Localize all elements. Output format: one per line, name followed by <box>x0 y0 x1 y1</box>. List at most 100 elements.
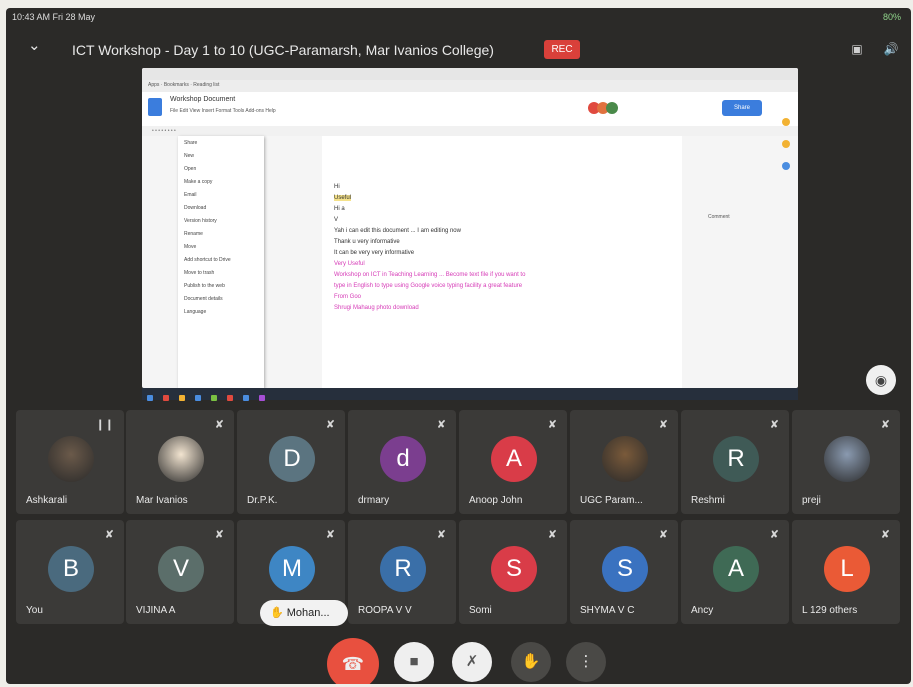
collaborator-avatars <box>588 101 628 115</box>
participant-name: Anoop John <box>469 495 523 506</box>
participant-name: UGC Param... <box>580 495 643 506</box>
participant-photo <box>824 436 870 482</box>
participant-name: Ashkarali <box>26 495 68 506</box>
mic-toggle-button[interactable]: ✗ <box>452 642 492 682</box>
doc-line: Very Useful <box>334 261 365 267</box>
participant-name: L 129 others <box>802 605 858 616</box>
participant-tile[interactable]: R ✘ Reshmi <box>681 410 789 514</box>
muted-mic-icon: ✘ <box>769 529 779 541</box>
muted-mic-icon: ✘ <box>436 419 446 431</box>
participant-name: Somi <box>469 605 492 616</box>
status-time: 10:43 AM Fri 28 May <box>12 12 96 22</box>
keep-icon <box>782 118 790 126</box>
muted-mic-icon: ✘ <box>547 419 557 431</box>
doc-line: V <box>334 217 339 223</box>
participant-tile[interactable]: ✘ UGC Param... <box>570 410 678 514</box>
bookmarks-bar: Apps · Bookmarks · Reading list <box>142 80 798 92</box>
muted-mic-icon: ✘ <box>769 419 779 431</box>
doc-menu-bar: File Edit View Insert Format Tools Add-o… <box>170 108 276 114</box>
participant-avatar: S <box>491 546 537 592</box>
speaking-indicator-icon: ❙❙ <box>95 419 114 431</box>
file-menu-item: Document details <box>184 296 223 302</box>
browser-tabstrip <box>142 68 798 80</box>
file-menu-item: Rename <box>184 231 203 237</box>
participant-tile[interactable]: ✘ preji <box>792 410 900 514</box>
file-menu-item: Share <box>184 140 198 146</box>
participant-name: You <box>26 605 43 616</box>
windows-taskbar <box>142 388 798 401</box>
participant-tile[interactable]: S ✘ Somi <box>459 520 567 624</box>
doc-header: Workshop Document File Edit View Insert … <box>142 92 798 126</box>
muted-mic-icon: ✘ <box>214 529 224 541</box>
participant-tile[interactable]: L ✘ L 129 others <box>792 520 900 624</box>
end-call-button[interactable]: ☎ <box>327 638 379 684</box>
collapse-chevron-icon[interactable]: ⌄ <box>28 36 41 54</box>
file-menu-item: Move to trash <box>184 270 215 276</box>
raise-hand-button[interactable]: ✋ <box>511 642 551 682</box>
participant-avatar: A <box>491 436 537 482</box>
participant-tile[interactable]: ❙❙ Ashkarali <box>16 410 124 514</box>
muted-mic-icon: ✘ <box>880 419 890 431</box>
participant-tile[interactable]: R ✘ ROOPA V V <box>348 520 456 624</box>
file-menu-item: Open <box>184 166 197 172</box>
more-options-button[interactable]: ⋮ <box>566 642 606 682</box>
file-menu-item: Publish to the web <box>184 283 225 289</box>
participant-name: preji <box>802 495 821 506</box>
meeting-header: ⌄ ICT Workshop - Day 1 to 10 (UGC-Parama… <box>6 28 911 62</box>
participant-tile[interactable]: B ✘ You <box>16 520 124 624</box>
file-menu-item: Language <box>184 309 207 315</box>
participant-tile[interactable]: d ✘ drmary <box>348 410 456 514</box>
doc-share-button: Share <box>722 100 762 116</box>
participant-name: VIJINA A <box>136 605 176 616</box>
participant-tile[interactable]: V ✘ VIJINA A <box>126 520 234 624</box>
participant-tile[interactable]: D ✘ Dr.P.K. <box>237 410 345 514</box>
comment-text: Comment <box>708 214 730 220</box>
participant-name: SHYMA V C <box>580 605 635 616</box>
participant-tile[interactable]: A ✘ Ancy <box>681 520 789 624</box>
speaker-icon[interactable]: 🔊 <box>882 42 900 58</box>
doc-line: Useful <box>334 195 352 201</box>
doc-page: Hi Useful Hi a V Yah i can edit this documen… <box>322 136 682 388</box>
participant-avatar: L <box>824 546 870 592</box>
recording-badge: REC <box>544 40 580 59</box>
participant-name: Dr.P.K. <box>247 495 278 506</box>
layout-toggle-icon[interactable]: ◉ <box>866 365 896 395</box>
muted-mic-icon: ✘ <box>436 529 446 541</box>
muted-mic-icon: ✘ <box>880 529 890 541</box>
muted-mic-icon: ✘ <box>104 529 114 541</box>
participant-photo <box>48 436 94 482</box>
status-bar: 10:43 AM Fri 28 May 80% <box>6 8 911 26</box>
raised-hand-chip[interactable]: ✋ Mohan... <box>260 600 348 626</box>
doc-line: From Goo <box>334 294 362 300</box>
participant-avatar: d <box>380 436 426 482</box>
camera-toggle-button[interactable]: ■ <box>394 642 434 682</box>
participant-photo <box>158 436 204 482</box>
file-menu: Share New Open Make a copy Email Download Vers… <box>178 136 264 388</box>
muted-mic-icon: ✘ <box>325 529 335 541</box>
docs-logo-icon <box>148 98 162 116</box>
meeting-title[interactable]: ICT Workshop - Day 1 to 10 (UGC-Paramars… <box>72 42 494 58</box>
participant-name: ROOPA V V <box>358 605 412 616</box>
muted-mic-icon: ✘ <box>325 419 335 431</box>
participant-name: Ancy <box>691 605 714 616</box>
file-menu-item: Download <box>184 205 207 211</box>
participant-tile[interactable]: A ✘ Anoop John <box>459 410 567 514</box>
muted-mic-icon: ✘ <box>658 419 668 431</box>
participant-name: drmary <box>358 495 390 506</box>
file-menu-item: Move <box>184 244 197 250</box>
muted-mic-icon: ✘ <box>214 419 224 431</box>
meet-window: 10:43 AM Fri 28 May 80% ⌄ ICT Workshop -… <box>6 8 911 684</box>
participant-name: Mar Ivanios <box>136 495 188 506</box>
participant-avatar: M <box>269 546 315 592</box>
doc-comment: Comment <box>708 214 788 244</box>
file-menu-item: Add shortcut to Drive <box>184 257 231 263</box>
participant-tile[interactable]: ✘ Mar Ivanios <box>126 410 234 514</box>
participant-tile[interactable]: S ✘ SHYMA V C <box>570 520 678 624</box>
doc-line: It can be very very informative <box>334 250 415 256</box>
participant-avatar: R <box>380 546 426 592</box>
switch-camera-icon[interactable]: ▣ <box>848 42 866 58</box>
participant-avatar: V <box>158 546 204 592</box>
raised-hand-name: Mohan... <box>286 607 330 619</box>
doc-line: Hi a <box>334 206 345 212</box>
doc-title: Workshop Document <box>170 96 236 103</box>
